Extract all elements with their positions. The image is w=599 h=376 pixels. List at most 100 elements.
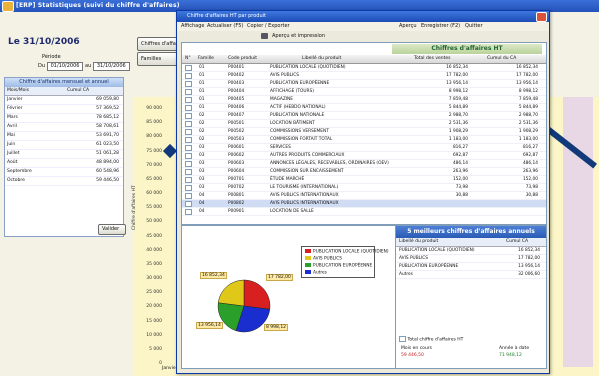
grid-row[interactable]: 01 P00402 AVIS PUBLICS 17 782,00 17 782,00 <box>182 72 546 80</box>
row-checkbox[interactable] <box>185 161 192 167</box>
menu-apercu[interactable]: Aperçu <box>399 22 417 31</box>
col-label[interactable]: Libellé du produit <box>302 55 341 63</box>
monthly-row[interactable]: Février 57 369,52 <box>5 105 123 114</box>
period-from-field[interactable]: 01/10/2006 <box>46 62 84 71</box>
grid-row[interactable]: 01 P00401 PUBLICATION LOCALE (QUOTIDIEN) 16… <box>182 64 546 72</box>
grid-row[interactable]: 02 P00502 COMMISSIONS VERSEMENT 1 908,29 1 9… <box>182 128 546 136</box>
top5-col-label[interactable]: Libellé du produit <box>399 238 438 246</box>
col-cumul[interactable]: Cumul du CA <box>487 55 516 63</box>
printer-icon[interactable] <box>261 33 268 39</box>
monthly-row[interactable]: Avril 58 708,61 <box>5 123 123 132</box>
row-checkbox[interactable] <box>185 105 192 111</box>
grid-row[interactable]: 02 P00503 COMMISSION FORTAIT TOTAL 1 183,00… <box>182 136 546 144</box>
menu-copier[interactable]: Copier / Exporter <box>247 22 290 31</box>
period-from-prefix: Du <box>38 63 46 69</box>
grid-cell-cumul: 486,14 <box>522 161 538 166</box>
monthly-row[interactable]: Janvier 69 059,80 <box>5 96 123 105</box>
summary-checkbox[interactable] <box>399 336 406 342</box>
row-checkbox[interactable] <box>185 153 192 159</box>
row-checkbox[interactable] <box>185 185 192 191</box>
monthly-row[interactable]: Juin 61 023,50 <box>5 141 123 150</box>
col-month[interactable]: Mois/Mois <box>7 87 29 95</box>
grid-cell-total: 30,88 <box>455 193 468 198</box>
top5-row-amount: 13 956,14 <box>518 264 540 269</box>
monthly-row[interactable]: Mai 53 691,70 <box>5 132 123 141</box>
grid-cell-code: P00701 <box>228 177 245 182</box>
row-checkbox[interactable] <box>185 201 192 207</box>
pie-slice-3 <box>217 279 245 307</box>
menu-actualiser[interactable]: Actualiser (F5) <box>207 22 243 31</box>
col-code[interactable]: Code produit <box>228 55 257 63</box>
row-checkbox[interactable] <box>185 97 192 103</box>
row-checkbox[interactable] <box>185 89 192 95</box>
menu-enregistrer[interactable]: Enregistrer (F2) <box>421 22 460 31</box>
grid-row[interactable]: 03 P00602 AUTRES PRODUITS COMMERCIAUX 692,8… <box>182 152 546 160</box>
row-checkbox[interactable] <box>185 73 192 79</box>
grid-row[interactable]: 04 P00901 LOCATION DE SALLE <box>182 208 546 216</box>
row-checkbox[interactable] <box>185 81 192 87</box>
print-preview-label[interactable]: Aperçu et impression <box>272 33 325 39</box>
grid-cell-fam: 03 <box>199 169 205 174</box>
monthly-row[interactable]: Août 48 894,00 <box>5 159 123 168</box>
summary-checkbox-label: Total chiffre d'affaires HT <box>407 337 464 343</box>
grid-cell-total: 73,98 <box>455 185 468 190</box>
main-window-title: [ERP] Statistiques (suivi du chiffre d'a… <box>16 2 180 9</box>
row-checkbox[interactable] <box>185 177 192 183</box>
monthly-row-month: Juin <box>7 142 16 147</box>
row-checkbox[interactable] <box>185 145 192 151</box>
grid-row[interactable]: 01 P00406 ACTIF (HEBDO NATIONAL) 5 844,89 5 … <box>182 104 546 112</box>
grid-row[interactable]: 03 P00603 ANNONCES LÉGALES, RECEVABLES, OR… <box>182 160 546 168</box>
grid-cell-fam: 04 <box>199 209 205 214</box>
y-tick: 5 000 <box>149 346 162 352</box>
grid-row[interactable]: 02 P00407 PUBLICATION NATIONALE 2 988,70 2 9… <box>182 112 546 120</box>
row-checkbox[interactable] <box>185 137 192 143</box>
summary-right-value: 71 948,12 <box>499 353 522 358</box>
top5-col-amount[interactable]: Cumul CA <box>506 238 528 246</box>
grid-cell-code: P00502 <box>228 129 245 134</box>
grid-cell-code: P00401 <box>228 65 245 70</box>
grid-row[interactable]: 01 P00404 AFFICHAGE (TOURS) 8 998,12 8 998,1… <box>182 88 546 96</box>
grid-row[interactable]: 03 P00701 ÉTUDE MARCHÉ 152,00 152,00 <box>182 176 546 184</box>
grid-cell-fam: 01 <box>199 65 205 70</box>
col-family[interactable]: Famille <box>198 55 214 63</box>
row-checkbox[interactable] <box>185 169 192 175</box>
summary-left-label: Mois en cours <box>401 346 432 351</box>
validate-button[interactable]: Valider <box>98 224 126 235</box>
grid-row[interactable]: 04 P00801 AVIS PUBLICS INTERNATIONAUX 30,88… <box>182 192 546 200</box>
row-checkbox[interactable] <box>185 129 192 135</box>
grid-row[interactable]: 01 P00405 MAGAZINE 7 859,48 7 859,48 <box>182 96 546 104</box>
top5-row[interactable]: AVIS PUBLICS 17 782,00 <box>396 255 546 263</box>
col-number[interactable]: N° <box>185 55 191 63</box>
close-icon[interactable] <box>536 12 547 22</box>
monthly-row[interactable]: Mars 78 685,12 <box>5 114 123 123</box>
period-to-field[interactable]: 31/10/2006 <box>92 62 130 71</box>
grid-row[interactable]: 02 P00501 LOCATION BÂTIMENT 2 531,36 2 531,3… <box>182 120 546 128</box>
col-total[interactable]: Total des ventes <box>414 55 451 63</box>
grid-row[interactable]: 03 P00604 COMMISSION SUR ENCAISSEMENT 263,9… <box>182 168 546 176</box>
grid-row[interactable]: 03 P00702 LE TOURISME (INTERNATIONAL) 73,98… <box>182 184 546 192</box>
monthly-row[interactable]: Octobre 59 446,50 <box>5 177 123 186</box>
monthly-row[interactable]: Septembre 60 548,96 <box>5 168 123 177</box>
top5-row[interactable]: PUBLICATION EUROPÉENNE 13 956,14 <box>396 263 546 271</box>
grid-row[interactable]: 01 P00403 PUBLICATION EUROPÉENNE 13 956,14 1… <box>182 80 546 88</box>
grid-cell-total: 13 956,14 <box>446 81 468 86</box>
summary-checkbox-row[interactable]: Total chiffre d'affaires HT <box>399 336 539 343</box>
top5-row-label: AVIS PUBLICS <box>399 256 429 261</box>
row-checkbox[interactable] <box>185 121 192 127</box>
col-amount[interactable]: Cumul CA <box>67 87 89 95</box>
row-checkbox[interactable] <box>185 65 192 71</box>
row-checkbox[interactable] <box>185 209 192 215</box>
menu-affichage[interactable]: Affichage <box>181 22 205 31</box>
top5-row[interactable]: PUBLICATION LOCALE (QUOTIDIEN) 16 852,34 <box>396 247 546 255</box>
grid-cell-code: P00403 <box>228 81 245 86</box>
top5-row[interactable]: Autres 32 006,60 <box>396 271 546 279</box>
grid-row[interactable]: 03 P00601 SERVICES 816,27 816,27 <box>182 144 546 152</box>
grid-row[interactable]: 04 P00802 AVIS PUBLICS INTERNATIONAUX <box>182 200 546 208</box>
product-ca-dialog: Chiffre d'affaires HT par produit Affich… <box>176 10 550 374</box>
monthly-row[interactable]: Juillet 51 061,28 <box>5 150 123 159</box>
pie-legend: PUBLICATION LOCALE (QUOTIDIEN) AVIS PUBL… <box>301 246 389 278</box>
row-checkbox[interactable] <box>185 193 192 199</box>
menu-quitter[interactable]: Quitter <box>465 22 483 31</box>
row-checkbox[interactable] <box>185 113 192 119</box>
grid-cell-label: LOCATION DE SALLE <box>270 209 314 214</box>
